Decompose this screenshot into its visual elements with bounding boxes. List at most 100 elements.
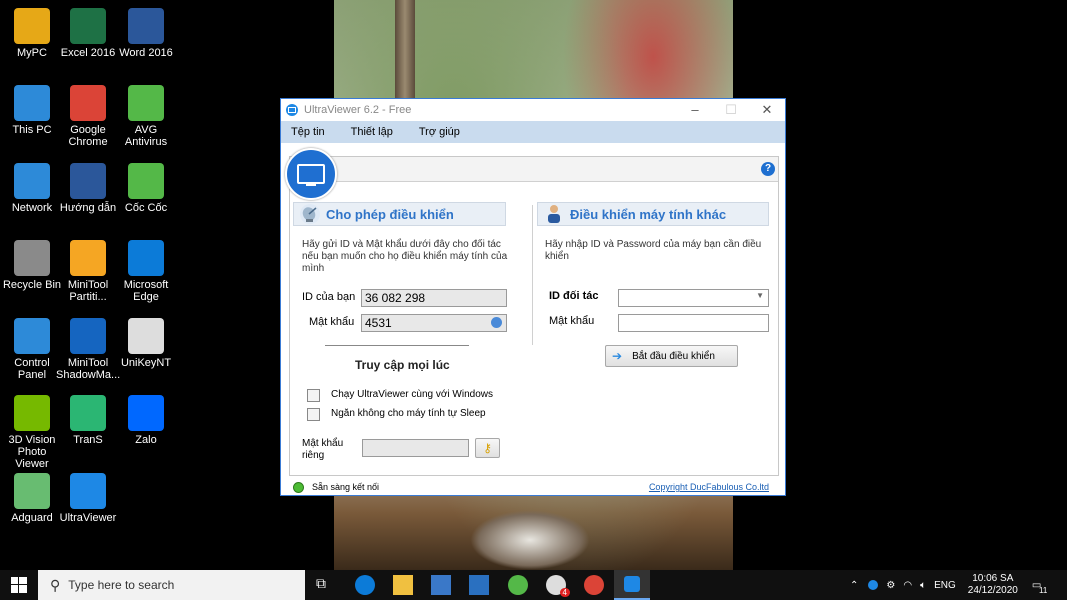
taskbar-file-explorer-icon[interactable] <box>393 575 413 595</box>
partner-password-label: Mật khẩu <box>549 315 595 327</box>
taskbar-chrome-icon[interactable] <box>584 575 604 595</box>
menu-help[interactable]: Trợ giúp <box>409 126 470 138</box>
desktop-shortcut-ultraviewer[interactable]: UltraViewer <box>56 473 120 524</box>
start-control-button[interactable]: ➔ Bắt đầu điều khiển <box>605 345 738 367</box>
your-password-label: Mật khẩu <box>309 316 355 328</box>
chevron-down-icon[interactable]: ▼ <box>756 291 764 300</box>
volume-icon[interactable]: 🔈︎ <box>920 580 926 591</box>
key-icon: ⚷ <box>483 441 492 455</box>
ultraviewer-app-icon <box>286 104 298 116</box>
desktop-shortcut-label: Microsoft Edge <box>123 279 169 303</box>
taskbar-coccoc-icon[interactable] <box>508 575 528 595</box>
your-password-field[interactable]: 4531 <box>361 314 507 332</box>
window-titlebar[interactable]: UltraViewer 6.2 - Free – ☐ ✕ <box>281 99 785 121</box>
startup-checkbox[interactable] <box>307 389 320 402</box>
ultraviewer-window: UltraViewer 6.2 - Free – ☐ ✕ Tệp tin Thi… <box>280 98 786 496</box>
show-hidden-icons-icon[interactable]: ⌃ <box>850 580 858 591</box>
control-other-title: Điều khiển máy tính khác <box>570 206 727 222</box>
prevent-sleep-checkbox[interactable] <box>307 408 320 421</box>
word-icon <box>128 8 164 44</box>
start-control-label: Bắt đầu điều khiển <box>632 350 715 362</box>
desktop-shortcut-label: 3D Vision Photo Viewer <box>8 434 56 470</box>
desktop-shortcut-label: TranS <box>73 434 103 446</box>
desktop-shortcut-trans[interactable]: TranS <box>56 395 120 446</box>
wifi-icon[interactable]: ◠ <box>903 580 912 591</box>
section-divider <box>532 205 533 345</box>
desktop-shortcut-mypc[interactable]: MyPC <box>0 8 64 59</box>
desktop-shortcut-3d-vision[interactable]: 3D Vision Photo Viewer <box>0 395 64 470</box>
taskbar-store-icon[interactable] <box>431 575 451 595</box>
chrome-icon <box>70 85 106 121</box>
language-indicator[interactable]: ENG <box>934 580 956 591</box>
desktop-shortcut-zalo[interactable]: Zalo <box>114 395 178 446</box>
zalo-icon <box>128 395 164 431</box>
taskbar-mail-icon[interactable] <box>469 575 489 595</box>
desktop-shortcut-excel[interactable]: Excel 2016 <box>56 8 120 59</box>
control-other-description: Hãy nhập ID và Password của máy bạn cần … <box>545 239 762 262</box>
refresh-password-icon[interactable] <box>491 317 502 328</box>
taskbar-edge-icon[interactable] <box>355 575 375 595</box>
desktop-shortcut-label: Word 2016 <box>119 47 173 59</box>
zalo-badge: 4 <box>559 588 570 597</box>
clock[interactable]: 10:06 SA 24/12/2020 <box>968 573 1018 597</box>
panel-header-strip <box>290 157 778 182</box>
desktop-shortcut-coccoc[interactable]: Cốc Cốc <box>114 163 178 214</box>
desktop-shortcut-label: Zalo <box>135 434 157 446</box>
desktop-shortcut-minitool-partition[interactable]: MiniTool Partiti... <box>56 240 120 303</box>
desktop-shortcut-unikey[interactable]: UniKeyNT <box>114 318 178 369</box>
taskbar-ultraviewer-button[interactable] <box>614 570 650 600</box>
desktop-shortcut-label: Control Panel <box>14 357 50 381</box>
desktop-shortcut-network[interactable]: Network <box>0 163 64 214</box>
clock-time: 10:06 SA <box>972 573 1014 584</box>
desktop-shortcut-document[interactable]: Hướng dẫn <box>56 163 120 214</box>
unikey-icon <box>128 318 164 354</box>
desktop-shortcut-adguard[interactable]: Adguard <box>0 473 64 524</box>
notification-center-icon[interactable]: ▭ 11 <box>1032 580 1047 595</box>
desktop-shortcut-label: Excel 2016 <box>60 47 116 59</box>
desktop-shortcut-label: Adguard <box>11 512 53 524</box>
desktop-shortcut-word[interactable]: Word 2016 <box>114 8 178 59</box>
minitool-shadowmaker-icon <box>70 318 106 354</box>
network-icon <box>14 163 50 199</box>
search-placeholder: Type here to search <box>68 578 175 592</box>
tray-ultraviewer-icon[interactable] <box>868 580 879 590</box>
recycle-bin-icon <box>14 240 50 276</box>
desktop-shortcut-recycle-bin[interactable]: Recycle Bin <box>0 240 64 291</box>
desktop-shortcut-this-pc[interactable]: This PC <box>0 85 64 136</box>
minimize-button[interactable]: – <box>677 102 713 118</box>
your-id-field[interactable]: 36 082 298 <box>361 289 507 307</box>
desktop-shortcut-chrome[interactable]: Google Chrome <box>56 85 120 148</box>
taskbar-search-box[interactable]: ⚲ Type here to search <box>38 570 305 600</box>
desktop-shortcut-label: Recycle Bin <box>2 279 62 291</box>
wallpaper-tree-trunk <box>395 0 415 110</box>
set-password-button[interactable]: ⚷ <box>475 438 500 458</box>
taskbar-ultraviewer-icon <box>624 576 640 592</box>
desktop-shortcut-label: Cốc Cốc <box>124 202 168 214</box>
tray-unikey-icon[interactable]: ⚙ <box>886 580 895 591</box>
startup-checkbox-label: Chạy UltraViewer cùng với Windows <box>331 389 493 400</box>
menu-settings[interactable]: Thiết lập <box>341 126 403 138</box>
partner-id-combobox[interactable]: ▼ <box>618 289 769 307</box>
taskbar-zalo-icon[interactable]: 4 <box>546 575 570 597</box>
menu-file[interactable]: Tệp tin <box>281 126 335 138</box>
close-button[interactable]: ✕ <box>749 102 785 118</box>
maximize-button[interactable]: ☐ <box>713 102 749 118</box>
help-icon[interactable]: ? <box>761 162 775 176</box>
task-view-icon[interactable]: ⧉ <box>316 575 336 595</box>
partner-password-field[interactable] <box>618 314 769 332</box>
desktop-shortcut-avg[interactable]: AVG Antivirus <box>114 85 178 148</box>
desktop-shortcut-minitool-shadowmaker[interactable]: MiniTool ShadowMa... <box>56 318 120 381</box>
this-pc-icon <box>14 85 50 121</box>
clock-date: 24/12/2020 <box>967 585 1018 596</box>
desktop-shortcut-label: MiniTool Partiti... <box>67 279 109 303</box>
start-button[interactable] <box>0 570 38 600</box>
notification-count: 11 <box>1038 585 1048 595</box>
avg-icon <box>128 85 164 121</box>
private-password-field[interactable] <box>362 439 469 457</box>
prevent-sleep-checkbox-label: Ngăn không cho máy tính tự Sleep <box>331 408 486 419</box>
desktop-shortcut-edge[interactable]: Microsoft Edge <box>114 240 178 303</box>
ultraviewer-logo-icon <box>285 148 337 200</box>
desktop-shortcut-label: Google Chrome <box>68 124 108 148</box>
copyright-link[interactable]: Copyright DucFabulous Co.ltd <box>649 482 769 492</box>
desktop-shortcut-control-panel[interactable]: Control Panel <box>0 318 64 381</box>
